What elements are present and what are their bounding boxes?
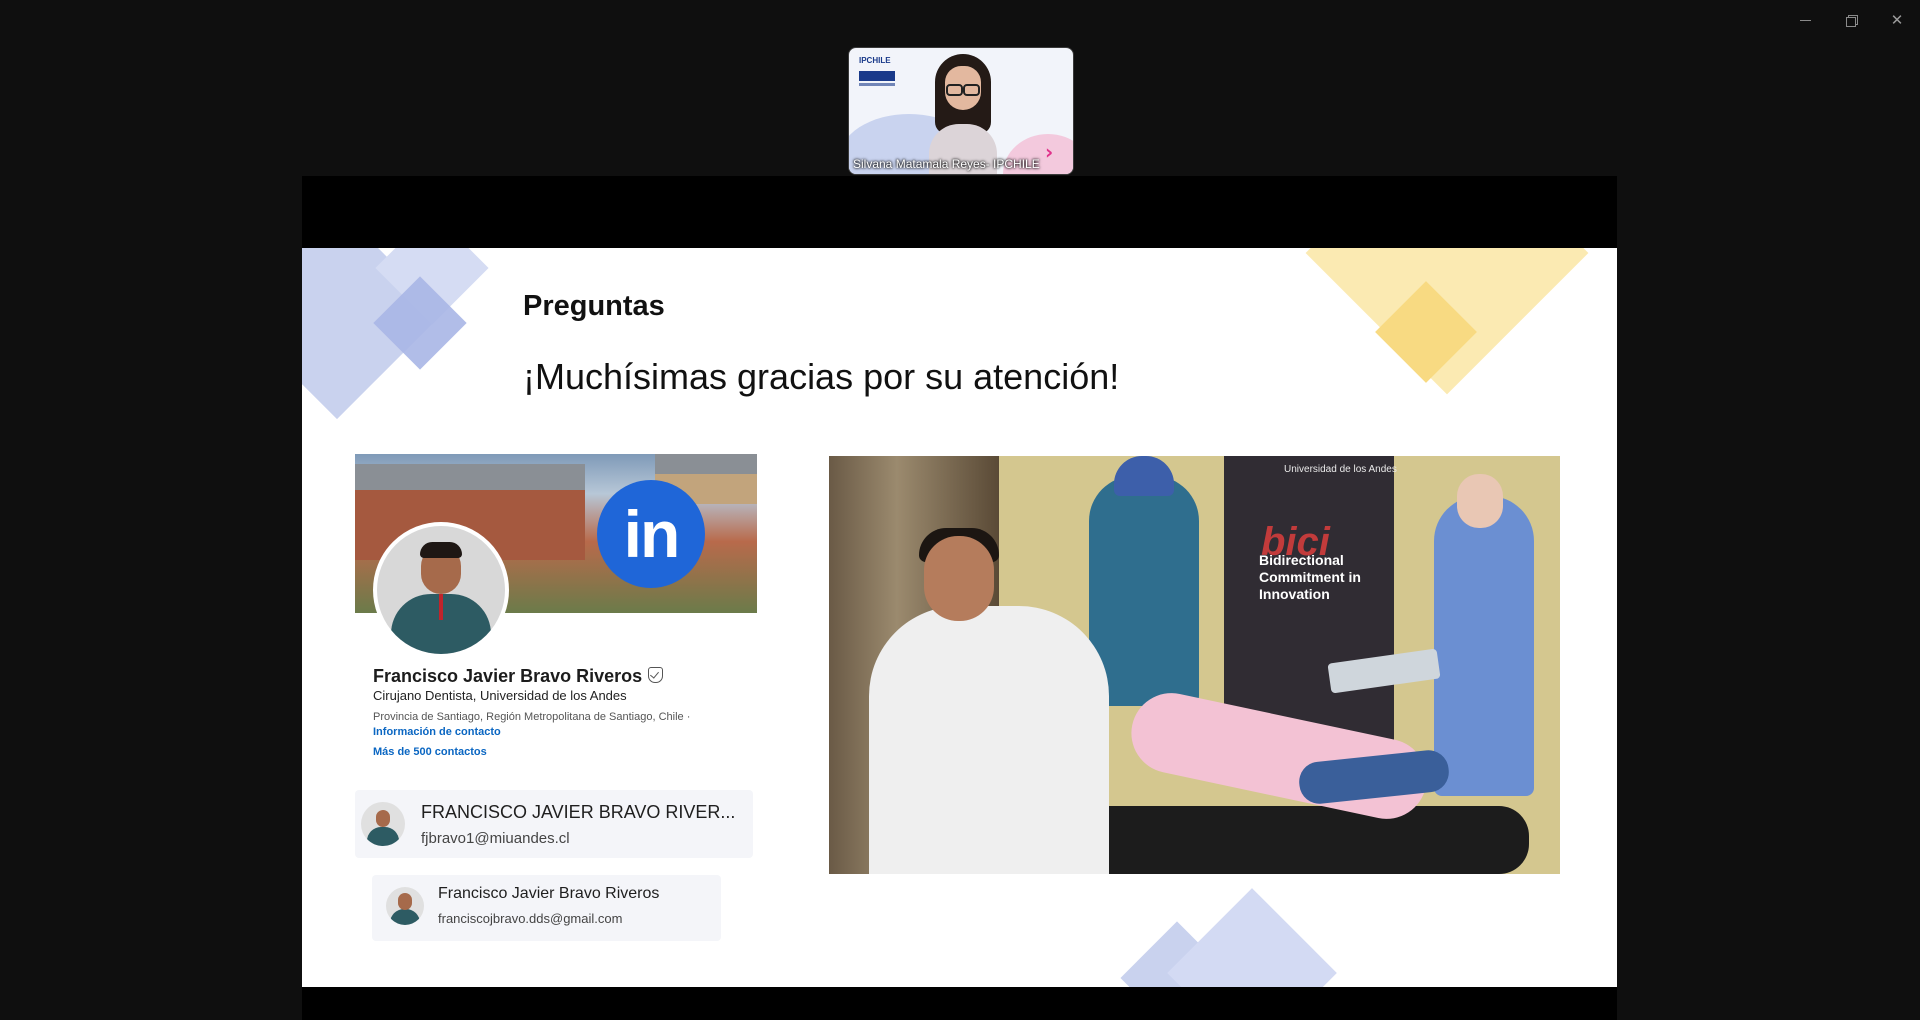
contact-card: Francisco Javier Bravo Riveros francisco… bbox=[372, 875, 721, 941]
slide-subtitle: ¡Muchísimas gracias por su atención! bbox=[523, 356, 1120, 397]
verified-shield-icon bbox=[648, 667, 664, 683]
profile-name: Francisco Javier Bravo Riveros bbox=[373, 666, 664, 687]
slide-title: Preguntas bbox=[523, 290, 665, 322]
participant-name: Silvana Matamala Reyes- IPCHILE bbox=[853, 157, 1040, 171]
ipchile-logo: IPCHILE bbox=[859, 56, 899, 94]
restore-icon bbox=[1845, 14, 1858, 27]
connections-link: Más de 500 contactos bbox=[373, 746, 487, 758]
linkedin-profile-card: in Francisco Javier Bravo Riveros Ciruja… bbox=[355, 454, 757, 758]
linkedin-logo: in bbox=[597, 480, 705, 588]
contact-avatar bbox=[361, 802, 405, 846]
profile-headline: Cirujano Dentista, Universidad de los An… bbox=[373, 688, 627, 703]
profile-avatar bbox=[373, 522, 509, 658]
restore-button[interactable] bbox=[1828, 0, 1874, 40]
contact-info-link: Información de contacto bbox=[373, 726, 501, 738]
contact-email: franciscojbravo.dds@gmail.com bbox=[438, 911, 623, 926]
close-button[interactable]: ✕ bbox=[1874, 0, 1920, 40]
contact-card: FRANCISCO JAVIER BRAVO RIVER... fjbravo1… bbox=[355, 790, 753, 858]
participant-video-tile[interactable]: IPCHILE › Silvana Matamala Reyes- IPCHIL… bbox=[848, 47, 1074, 175]
contact-name: FRANCISCO JAVIER BRAVO RIVER... bbox=[421, 802, 736, 822]
window-controls: ✕ bbox=[1782, 0, 1920, 40]
contact-email: fjbravo1@miuandes.cl bbox=[421, 830, 570, 847]
contact-avatar bbox=[386, 887, 424, 925]
banner-org: Universidad de los Andes bbox=[1284, 464, 1397, 475]
close-icon: ✕ bbox=[1890, 11, 1904, 29]
minimize-button[interactable] bbox=[1782, 0, 1828, 40]
profile-location: Provincia de Santiago, Región Metropolit… bbox=[373, 711, 691, 723]
dental-clinic-photo: Universidad de los Andes bici Bidirectio… bbox=[829, 456, 1560, 874]
contact-name: Francisco Javier Bravo Riveros bbox=[438, 885, 660, 902]
participant-video bbox=[929, 54, 997, 174]
minimize-icon bbox=[1799, 19, 1811, 21]
shared-screen: Preguntas ¡Muchísimas gracias por su ate… bbox=[302, 176, 1617, 1020]
banner-text: Bidirectional Commitment in Innovation bbox=[1259, 552, 1361, 602]
presentation-slide: Preguntas ¡Muchísimas gracias por su ate… bbox=[302, 248, 1617, 987]
chevron-right-icon: › bbox=[1045, 140, 1054, 164]
